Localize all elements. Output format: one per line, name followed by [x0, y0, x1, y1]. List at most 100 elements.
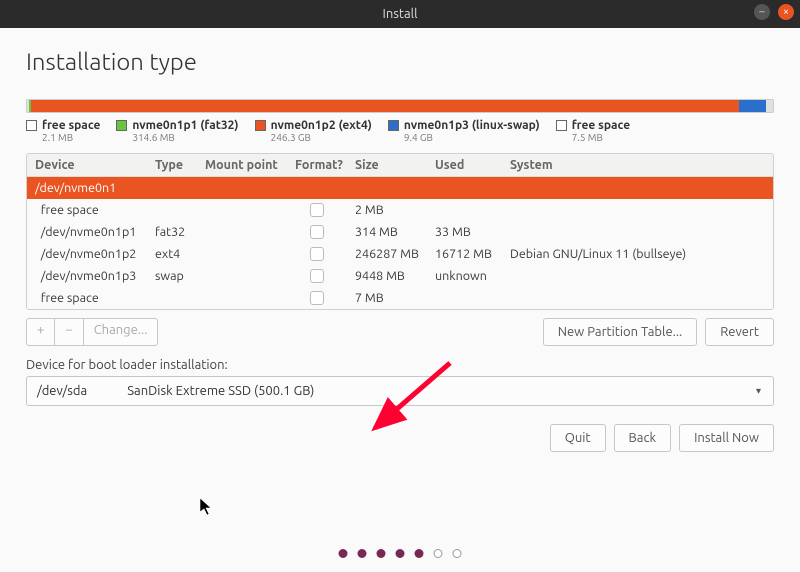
legend-size: 9.4 GB — [404, 132, 540, 143]
format-checkbox[interactable] — [310, 203, 324, 217]
table-cell: /dev/nvme0n1p2 — [27, 243, 147, 265]
format-checkbox[interactable] — [310, 269, 324, 283]
table-cell — [197, 250, 287, 258]
legend-name: nvme0n1p3 (linux-swap) — [404, 119, 540, 132]
add-partition-button[interactable]: + — [26, 318, 55, 346]
table-cell — [502, 206, 773, 214]
chevron-down-icon: ▾ — [756, 385, 761, 397]
table-row[interactable]: /dev/nvme0n1 — [27, 177, 773, 199]
window-title: Install — [383, 7, 418, 21]
table-cell — [502, 184, 773, 192]
table-cell: /dev/nvme0n1p1 — [27, 221, 147, 243]
legend-swatch — [556, 120, 567, 131]
table-cell — [197, 184, 287, 192]
table-row[interactable]: /dev/nvme0n1p3swap9448 MBunknown — [27, 265, 773, 287]
format-checkbox[interactable] — [310, 247, 324, 261]
progress-dot — [415, 549, 424, 558]
titlebar: Install – × — [0, 0, 800, 28]
progress-dots — [339, 549, 462, 558]
table-cell: swap — [147, 265, 197, 287]
column-header[interactable]: Format? — [287, 154, 347, 176]
remove-partition-button[interactable]: − — [54, 318, 83, 346]
table-cell: free space — [27, 287, 147, 309]
new-partition-table-button[interactable]: New Partition Table... — [543, 318, 698, 346]
table-cell: 16712 MB — [427, 243, 502, 265]
table-row[interactable]: free space7 MB — [27, 287, 773, 309]
legend-name: free space — [42, 119, 100, 132]
minimize-button[interactable]: – — [754, 4, 770, 20]
table-cell — [502, 272, 773, 280]
revert-button[interactable]: Revert — [705, 318, 774, 346]
table-cell: 33 MB — [427, 221, 502, 243]
table-cell: Debian GNU/Linux 11 (bullseye) — [502, 243, 773, 265]
usage-segment — [766, 100, 773, 112]
table-cell: unknown — [427, 265, 502, 287]
quit-button[interactable]: Quit — [550, 424, 606, 452]
legend-item: free space2.1 MB — [26, 119, 100, 143]
column-header[interactable]: Used — [427, 154, 502, 176]
format-checkbox[interactable] — [310, 291, 324, 305]
column-header[interactable]: Size — [347, 154, 427, 176]
table-cell: /dev/nvme0n1 — [27, 177, 147, 199]
legend-item: nvme0n1p1 (fat32)314.6 MB — [116, 119, 238, 143]
table-cell: 2 MB — [347, 199, 427, 221]
legend-swatch — [116, 120, 127, 131]
table-cell — [347, 184, 427, 192]
usage-segment — [31, 100, 740, 112]
bootloader-device-path: /dev/sda — [37, 384, 87, 398]
legend-item: free space7.5 MB — [556, 119, 630, 143]
table-cell — [197, 228, 287, 236]
progress-dot — [358, 549, 367, 558]
progress-dot — [377, 549, 386, 558]
page-title: Installation type — [26, 48, 774, 75]
table-cell: fat32 — [147, 221, 197, 243]
table-cell — [427, 294, 502, 302]
table-row[interactable]: free space2 MB — [27, 199, 773, 221]
table-cell — [287, 184, 347, 192]
table-cell — [287, 265, 347, 287]
table-cell — [287, 287, 347, 309]
table-row[interactable]: /dev/nvme0n1p1fat32 314 MB33 MB — [27, 221, 773, 243]
table-body: /dev/nvme0n1 free space2 MB /dev/nvme0n1… — [27, 177, 773, 309]
legend-name: free space — [572, 119, 630, 132]
change-partition-button[interactable]: Change... — [83, 318, 159, 346]
usage-segment — [739, 100, 765, 112]
column-header[interactable]: Mount point — [197, 154, 287, 176]
table-cell: 9448 MB — [347, 265, 427, 287]
legend-swatch — [388, 120, 399, 131]
progress-dot — [453, 549, 462, 558]
disk-usage-bar — [26, 99, 774, 113]
table-row[interactable]: /dev/nvme0n1p2ext4246287 MB16712 MBDebia… — [27, 243, 773, 265]
table-cell — [427, 184, 502, 192]
legend-item: nvme0n1p2 (ext4)246.3 GB — [255, 119, 372, 143]
table-cell — [147, 294, 197, 302]
back-button[interactable]: Back — [614, 424, 672, 452]
table-cell — [197, 206, 287, 214]
table-cell — [147, 184, 197, 192]
column-header[interactable]: System — [502, 154, 773, 176]
table-cell — [502, 228, 773, 236]
bootloader-device-dropdown[interactable]: /dev/sda SanDisk Extreme SSD (500.1 GB) … — [26, 376, 774, 406]
table-cell: 314 MB — [347, 221, 427, 243]
table-cell — [287, 221, 347, 243]
bootloader-label: Device for boot loader installation: — [26, 358, 774, 372]
column-header[interactable]: Device — [27, 154, 147, 176]
table-cell — [287, 199, 347, 221]
table-header: DeviceTypeMount pointFormat?SizeUsedSyst… — [27, 154, 773, 177]
legend-name: nvme0n1p1 (fat32) — [132, 119, 238, 132]
legend-size: 314.6 MB — [132, 132, 238, 143]
legend-swatch — [255, 120, 266, 131]
progress-dot — [396, 549, 405, 558]
table-cell: 246287 MB — [347, 243, 427, 265]
close-button[interactable]: × — [778, 4, 794, 20]
legend-size: 7.5 MB — [572, 132, 630, 143]
partition-table: DeviceTypeMount pointFormat?SizeUsedSyst… — [26, 153, 774, 310]
format-checkbox[interactable] — [310, 225, 324, 239]
progress-dot — [434, 549, 443, 558]
installer-window: Installation type free space2.1 MB nvme0n… — [0, 28, 800, 572]
install-now-button[interactable]: Install Now — [679, 424, 774, 452]
partition-edit-group: + − Change... — [26, 318, 158, 346]
table-cell — [427, 206, 502, 214]
bootloader-device-desc: SanDisk Extreme SSD (500.1 GB) — [127, 384, 314, 398]
column-header[interactable]: Type — [147, 154, 197, 176]
